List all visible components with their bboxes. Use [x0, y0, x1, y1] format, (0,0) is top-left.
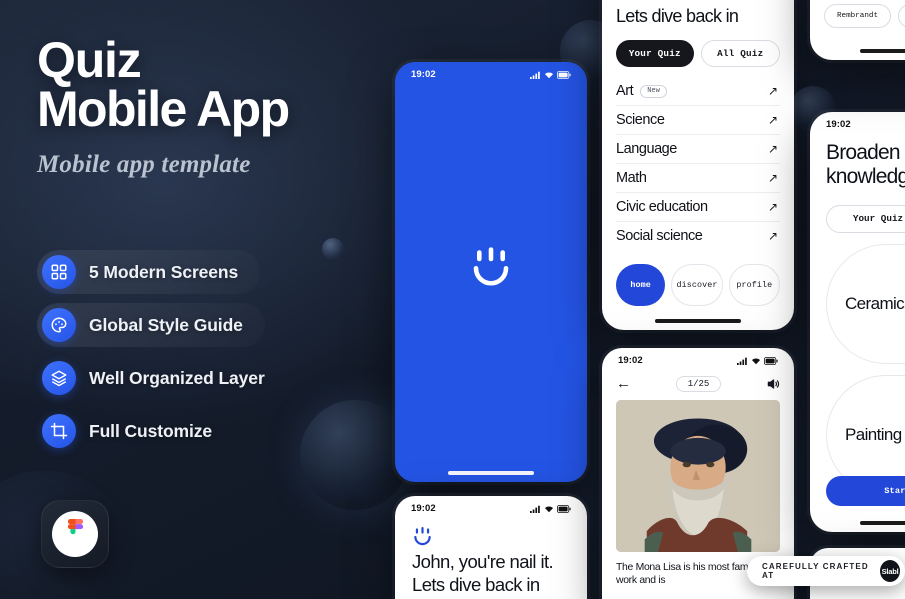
status-time: 19:02 [411, 69, 436, 80]
phone-artists-screen: Rembrandt V [810, 0, 905, 60]
nav-item-home[interactable]: home [616, 264, 666, 307]
progress-indicator: 1/25 [675, 375, 722, 392]
speaker-icon[interactable] [766, 377, 780, 391]
list-item[interactable]: Science ↗ [616, 106, 780, 136]
status-badge: New [640, 84, 667, 98]
battery-icon [764, 356, 778, 365]
status-icons [530, 70, 571, 79]
greeting-line-1: John, you're nail it. [412, 551, 554, 572]
list-item[interactable]: Language ↗ [616, 135, 780, 165]
subject-card-ceramics[interactable]: Ceramics [826, 243, 905, 364]
crop-icon [42, 414, 76, 448]
quiz-tabs: Your Quiz All Quiz [616, 40, 780, 68]
figma-badge [41, 500, 109, 568]
status-time: 19:02 [618, 355, 643, 366]
status-bar: 19:02 [395, 62, 587, 83]
home-indicator [448, 471, 534, 475]
grid-icon [42, 255, 76, 289]
start-quiz-button[interactable]: Start quiz [826, 476, 905, 506]
title-line-2: Mobile App [37, 81, 290, 137]
figma-logo-icon [52, 511, 98, 557]
nav-item-profile[interactable]: profile [728, 264, 780, 307]
feature-label: Global Style Guide [89, 314, 243, 335]
feature-label: Full Customize [89, 420, 213, 441]
bottom-navigation: home discover profile [616, 264, 780, 307]
home-indicator [860, 49, 905, 53]
feature-item-screens: 5 Modern Screens [37, 250, 261, 294]
arrow-up-right-icon: ↗ [767, 229, 778, 244]
list-item[interactable]: Civic education ↗ [616, 193, 780, 223]
cellular-icon [737, 357, 747, 365]
arrow-up-right-icon: ↗ [767, 84, 778, 99]
feature-item-style-guide: Global Style Guide [37, 303, 265, 347]
status-bar: 19:02 [602, 348, 794, 369]
home-indicator [860, 521, 905, 525]
arrow-up-right-icon: ↗ [767, 200, 778, 215]
decorative-sphere [300, 400, 410, 510]
list-item[interactable]: Art New ↗ [616, 77, 780, 107]
category-name: Art [616, 83, 634, 100]
studio-logo-icon: Slabl [880, 560, 900, 582]
your-quiz-pill[interactable]: Your Quiz [826, 204, 905, 233]
battery-icon [557, 504, 571, 513]
tab-your-quiz[interactable]: Your Quiz [616, 40, 694, 68]
category-name: Civic education [616, 199, 708, 216]
phone-splash-screen: 19:02 [395, 62, 587, 482]
category-name: Language [616, 141, 677, 158]
nav-item-discover[interactable]: discover [671, 264, 723, 307]
crafted-badge: CAREFULLY CRAFTED AT Slabl [747, 556, 905, 586]
phone-categories-screen: Lets dive back in Your Quiz All Quiz Art… [602, 0, 794, 330]
tab-all-quiz[interactable]: All Quiz [700, 40, 780, 68]
page-title: Quiz Mobile App [37, 35, 367, 137]
palette-icon [42, 308, 76, 342]
wifi-icon [752, 357, 760, 364]
category-name: Math [616, 170, 647, 187]
subject-label: Ceramics [845, 293, 905, 313]
smiley-logo-icon [469, 247, 513, 292]
leonardo-da-vinci-portrait [616, 400, 780, 552]
greeting-line-2: Lets dive back in [412, 573, 540, 595]
category-list: Art New ↗ Science ↗ Language ↗ Math ↗ Ci… [616, 77, 780, 250]
status-time: 19:02 [411, 503, 436, 514]
feature-label: 5 Modern Screens [89, 261, 239, 282]
feature-item-customize: Full Customize [37, 409, 234, 453]
phone-greeting-screen: 19:02 John, you're nail it. Lets dive ba… [395, 496, 587, 599]
categories-heading: Lets dive back in [616, 6, 739, 26]
smiley-logo-icon [412, 527, 433, 550]
list-item[interactable]: Social science ↗ [616, 222, 780, 250]
crafted-text: CAREFULLY CRAFTED AT [762, 562, 869, 580]
broaden-heading: Broaden your knowledge [826, 141, 905, 188]
arrow-up-right-icon: ↗ [767, 142, 778, 157]
arrow-left-icon[interactable]: ← [616, 375, 631, 392]
home-indicator [655, 319, 741, 323]
feature-list: 5 Modern Screens Global Style Guide Well… [37, 250, 287, 462]
wifi-icon [545, 505, 553, 512]
artist-pill-rembrandt[interactable]: Rembrandt [824, 4, 892, 28]
decorative-sphere [322, 238, 344, 260]
arrow-up-right-icon: ↗ [767, 171, 778, 186]
artist-pill-secondary[interactable]: V [898, 4, 905, 28]
list-item[interactable]: Math ↗ [616, 164, 780, 194]
arrow-up-right-icon: ↗ [767, 113, 778, 128]
status-bar: 19:02 [810, 112, 905, 133]
subject-label: Painting [845, 424, 902, 444]
status-icons [737, 356, 778, 365]
status-bar: 19:02 [395, 496, 587, 517]
phone-broaden-screen: 19:02 Broaden your knowledge Your Quiz C… [810, 112, 905, 532]
category-name: Science [616, 112, 665, 129]
hero-section: Quiz Mobile App Mobile app template [37, 35, 367, 179]
cellular-icon [530, 505, 540, 513]
title-line-1: Quiz [37, 32, 142, 88]
layers-icon [42, 361, 76, 395]
battery-icon [557, 70, 571, 79]
category-name: Social science [616, 228, 703, 245]
status-time: 19:02 [826, 119, 851, 130]
cellular-icon [530, 71, 540, 79]
hero-subtitle: Mobile app template [37, 151, 251, 178]
wifi-icon [545, 71, 553, 78]
feature-label: Well Organized Layer [89, 367, 265, 388]
feature-item-layers: Well Organized Layer [37, 356, 287, 400]
status-icons [530, 504, 571, 513]
